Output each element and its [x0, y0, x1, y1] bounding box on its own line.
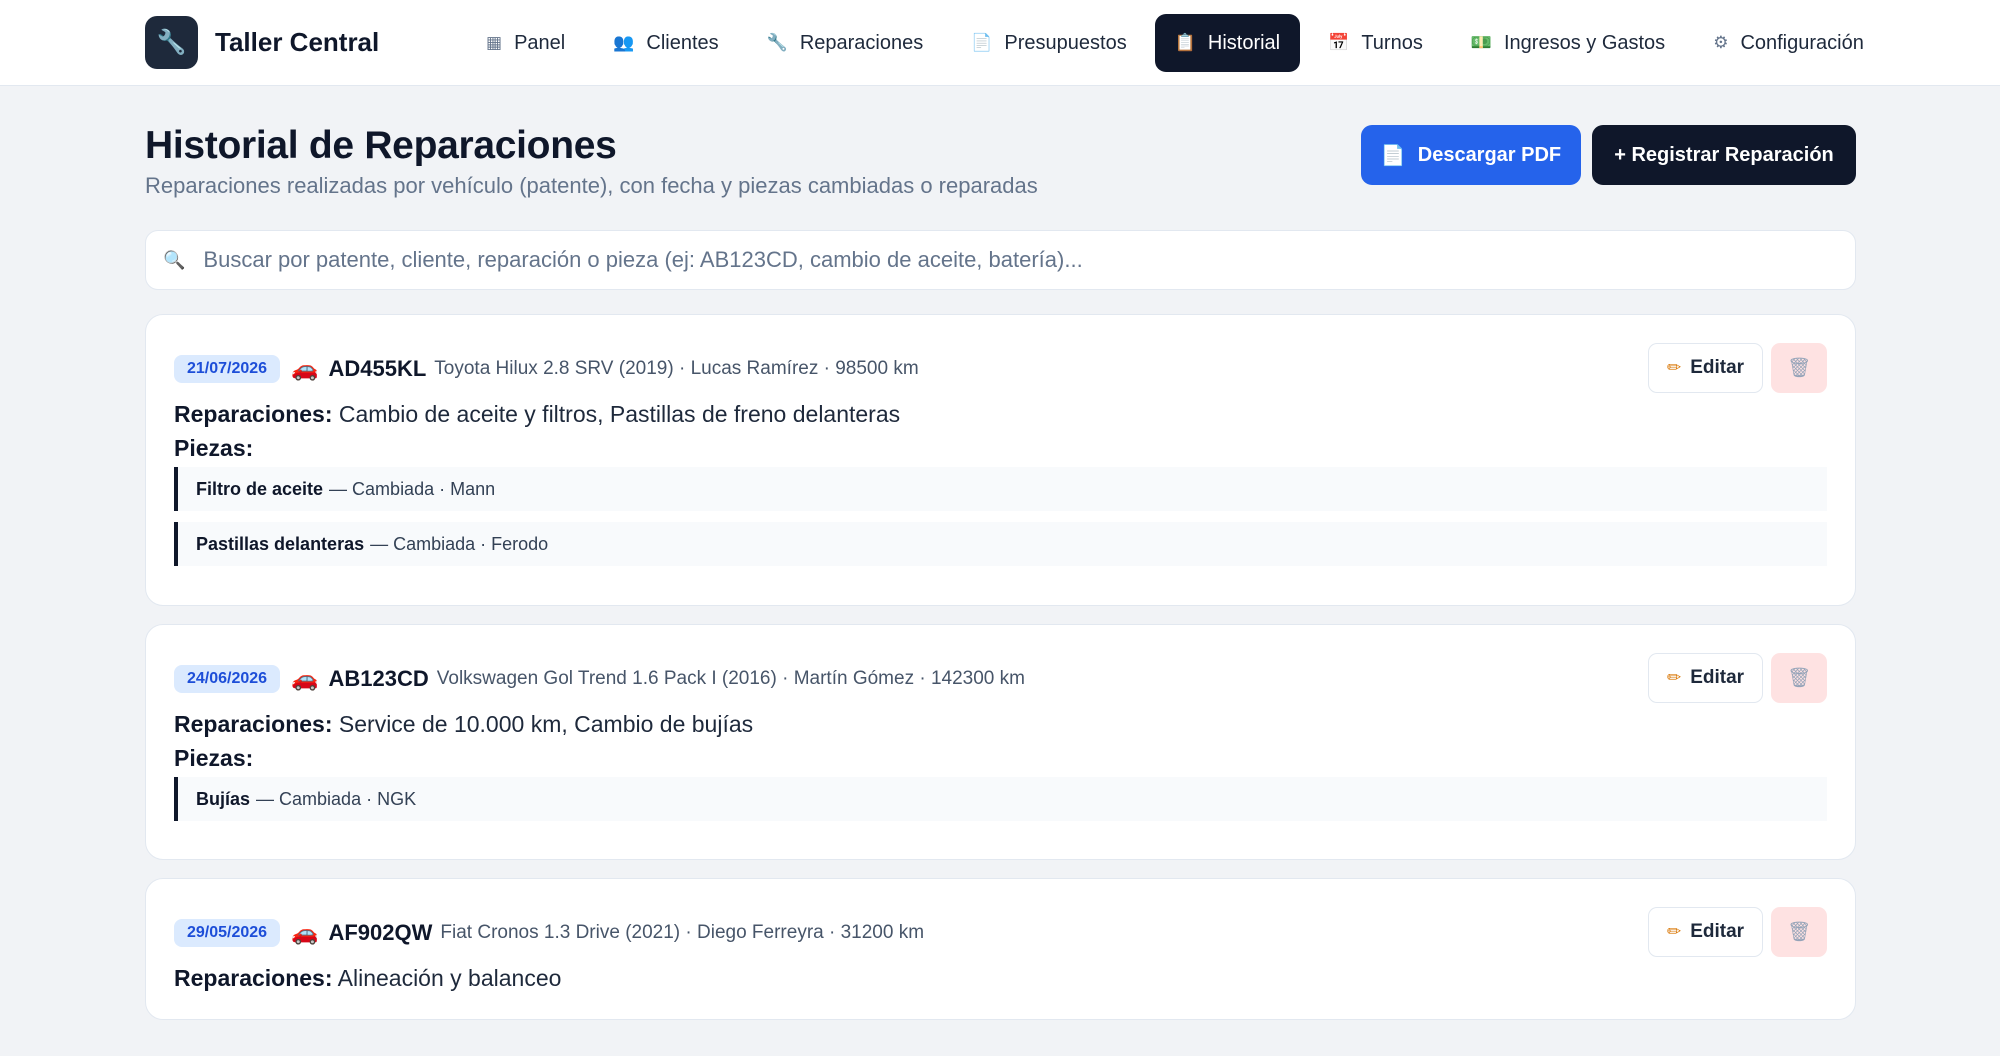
nav-item-ingresos-gastos[interactable]: 💵 Ingresos y Gastos [1451, 14, 1685, 72]
edit-label: Editar [1690, 921, 1745, 942]
page-subtitle: Reparaciones realizadas por vehículo (pa… [145, 173, 1038, 198]
nav-item-presupuestos[interactable]: 📄 Presupuestos [951, 14, 1146, 72]
nav-item-turnos[interactable]: 📅 Turnos [1308, 14, 1443, 72]
repairs-label: Reparaciones: [174, 401, 333, 427]
part-item: Filtro de aceite — Cambiada · Mann [174, 467, 1827, 511]
brand-name: Taller Central [215, 27, 380, 57]
pencil-icon: ✏ [1666, 668, 1682, 687]
nav-label: Panel [514, 31, 566, 54]
download-pdf-button[interactable]: 📄 Descargar PDF [1361, 125, 1581, 185]
pencil-icon: ✏ [1666, 922, 1682, 941]
search-input[interactable] [203, 231, 1855, 289]
calendar-icon: 📅 [1328, 33, 1350, 52]
nav-label: Ingresos y Gastos [1504, 31, 1666, 54]
repair-card: 29/05/2026 🚗 AF902QW Fiat Cronos 1.3 Dri… [145, 878, 1856, 1020]
nav-label: Presupuestos [1004, 31, 1127, 54]
trash-icon: 🗑 [1786, 668, 1812, 689]
trash-icon: 🗑 [1786, 922, 1812, 943]
repairs-text: Cambio de aceite y filtros, Pastillas de… [338, 401, 901, 427]
repair-card: 24/06/2026 🚗 AB123CD Volkswagen Gol Tren… [145, 624, 1856, 860]
repair-card-header: 24/06/2026 🚗 AB123CD Volkswagen Gol Tren… [174, 665, 1025, 693]
parts-label: Piezas: [174, 435, 254, 461]
date-badge: 24/06/2026 [174, 665, 281, 693]
vehicle-meta: Toyota Hilux 2.8 SRV (2019) · Lucas Ramí… [434, 358, 919, 379]
parts-label: Piezas: [174, 745, 254, 771]
nav-label: Historial [1207, 31, 1281, 54]
car-icon: 🚗 [291, 666, 319, 691]
car-icon: 🚗 [291, 920, 319, 945]
brand[interactable]: 🔧 Taller Central [145, 16, 379, 69]
edit-button[interactable]: ✏ Editar [1648, 907, 1763, 957]
nav-item-historial[interactable]: 📋 Historial [1154, 14, 1301, 72]
nav-item-reparaciones[interactable]: 🔧 Reparaciones [747, 14, 944, 72]
delete-button[interactable]: 🗑 [1771, 907, 1827, 957]
pencil-icon: ✏ [1666, 358, 1682, 377]
part-detail: — Cambiada · NGK [256, 788, 417, 809]
delete-button[interactable]: 🗑 [1771, 653, 1827, 703]
repairs-line: Reparaciones: Alineación y balanceo [174, 965, 561, 992]
page-title: Historial de Reparaciones [145, 124, 617, 167]
edit-label: Editar [1690, 357, 1745, 378]
repairs-line: Reparaciones: Service de 10.000 km, Camb… [174, 711, 753, 738]
repair-card-header: 21/07/2026 🚗 AD455KL Toyota Hilux 2.8 SR… [174, 355, 919, 383]
nav-label: Clientes [646, 31, 719, 54]
chart-icon: ▦ [486, 33, 503, 52]
money-icon: 💵 [1470, 33, 1492, 52]
date-badge: 29/05/2026 [174, 919, 281, 947]
delete-button[interactable]: 🗑 [1771, 343, 1827, 393]
repair-card: 21/07/2026 🚗 AD455KL Toyota Hilux 2.8 SR… [145, 314, 1856, 606]
top-navbar: 🔧 Taller Central ▦ Panel 👥 Clientes 🔧 Re… [0, 0, 2000, 86]
download-pdf-label: Descargar PDF [1417, 143, 1562, 166]
repairs-label: Reparaciones: [174, 965, 333, 991]
nav-label: Configuración [1740, 31, 1864, 54]
edit-button[interactable]: ✏ Editar [1648, 343, 1763, 393]
part-item: Bujías — Cambiada · NGK [174, 777, 1827, 821]
nav-item-clientes[interactable]: 👥 Clientes [593, 14, 738, 72]
repairs-line: Reparaciones: Cambio de aceite y filtros… [174, 401, 900, 428]
register-repair-label: + Registrar Reparación [1614, 143, 1834, 166]
edit-label: Editar [1690, 667, 1745, 688]
date-badge: 21/07/2026 [174, 355, 281, 383]
search-bar: 🔍 [145, 230, 1856, 290]
document-icon: 📄 [971, 33, 993, 52]
users-icon: 👥 [613, 33, 635, 52]
license-plate: AD455KL [328, 356, 427, 381]
part-item: Pastillas delanteras — Cambiada · Ferodo [174, 522, 1827, 566]
nav-label: Turnos [1361, 31, 1423, 54]
register-repair-button[interactable]: + Registrar Reparación [1592, 125, 1856, 185]
part-name: Bujías [196, 788, 251, 809]
wrench-icon: 🔧 [766, 33, 788, 52]
document-icon: 📄 [1380, 144, 1406, 167]
clipboard-icon: 📋 [1174, 33, 1196, 52]
car-icon: 🚗 [291, 356, 319, 381]
nav-item-configuracion[interactable]: ⚙ Configuración [1693, 14, 1884, 72]
nav-item-panel[interactable]: ▦ Panel [466, 14, 585, 72]
part-detail: — Cambiada · Mann [329, 478, 496, 499]
license-plate: AB123CD [328, 666, 429, 691]
repair-card-header: 29/05/2026 🚗 AF902QW Fiat Cronos 1.3 Dri… [174, 919, 924, 947]
wrench-icon: 🔧 [145, 16, 198, 69]
search-icon: 🔍 [163, 249, 186, 270]
main-nav: ▦ Panel 👥 Clientes 🔧 Reparaciones 📄 Pres… [466, 14, 1884, 72]
gear-icon: ⚙ [1713, 33, 1729, 52]
repairs-text: Service de 10.000 km, Cambio de bujías [338, 711, 754, 737]
edit-button[interactable]: ✏ Editar [1648, 653, 1763, 703]
vehicle-meta: Volkswagen Gol Trend 1.6 Pack I (2016) ·… [436, 668, 1025, 689]
repairs-text: Alineación y balanceo [337, 965, 562, 991]
license-plate: AF902QW [328, 920, 433, 945]
repairs-label: Reparaciones: [174, 711, 333, 737]
vehicle-meta: Fiat Cronos 1.3 Drive (2021) · Diego Fer… [440, 922, 925, 943]
nav-label: Reparaciones [799, 31, 924, 54]
part-detail: — Cambiada · Ferodo [370, 533, 549, 554]
trash-icon: 🗑 [1786, 358, 1812, 379]
part-name: Filtro de aceite [196, 478, 324, 499]
part-name: Pastillas delanteras [196, 533, 365, 554]
